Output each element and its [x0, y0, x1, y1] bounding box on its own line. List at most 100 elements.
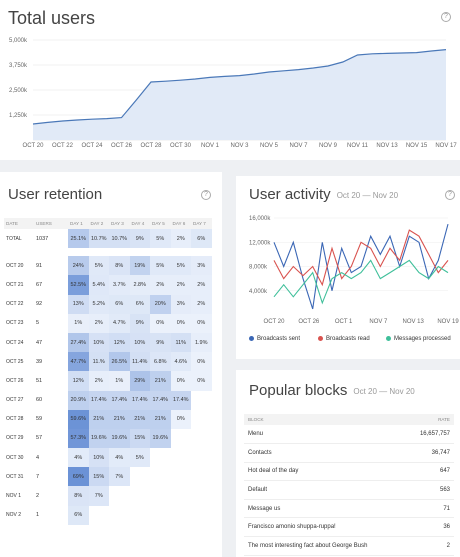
retention-cell: 4.7%: [109, 313, 130, 333]
retention-cell: [150, 486, 171, 505]
date-cell: OCT 31: [6, 473, 24, 480]
block-name-cell: Hot deal of the day: [244, 462, 406, 482]
popular-blocks-title: Popular blocks Oct 20 — Nov 20: [249, 382, 415, 399]
legend-dot: [249, 336, 254, 341]
users-cell: 2: [36, 493, 40, 500]
legend-messages-processed[interactable]: Messages processed: [386, 336, 451, 342]
retention-row: NOV 2 1 6%: [4, 505, 212, 525]
column-header-rate[interactable]: RATE: [405, 414, 454, 425]
retention-cell: 2%: [170, 229, 191, 249]
block-name-cell: Francisco amonio shuppa-ruppa!: [244, 517, 406, 538]
retention-cell: 21%: [129, 409, 150, 429]
retention-cell: [150, 448, 171, 467]
user-retention-card: User retention ? DATE USERS DAY 1 DAY 2 DAY …: [0, 172, 222, 557]
y-tick-label: 4,000k: [249, 289, 268, 295]
retention-cell: 6.8%: [150, 352, 171, 372]
date-cell: TOTAL: [6, 235, 22, 242]
help-icon[interactable]: ?: [441, 12, 451, 22]
users-cell: 5: [36, 320, 40, 327]
y-tick-label: 2,500k: [9, 88, 28, 94]
column-header: USERS: [34, 218, 68, 229]
retention-cell: 17.4%: [109, 390, 130, 410]
retention-row: OCT 24 47 27.4% 10% 12% 10% 9% 11% 1.9%: [4, 332, 212, 353]
legend-dot: [318, 336, 323, 341]
column-header-block[interactable]: BLOCK: [244, 414, 406, 425]
retention-cell: 25.1%: [68, 229, 89, 249]
retention-cell: 5%: [129, 448, 150, 468]
retention-cell: 26.5%: [109, 352, 130, 372]
x-tick-label: NOV 5: [260, 143, 279, 149]
table-row[interactable]: Hot deal of the day 647: [244, 462, 454, 482]
area-fill: [33, 49, 446, 140]
user-activity-card: User activity Oct 20 — Nov 20 ? 4,000k 8,0…: [236, 176, 460, 359]
retention-cell: 10.7%: [88, 229, 109, 249]
user-activity-date-range: Oct 20 — Nov 20: [336, 190, 399, 200]
retention-cell: 0%: [191, 371, 212, 391]
retention-cell: 6%: [68, 505, 89, 525]
retention-cell: [150, 467, 171, 486]
help-icon[interactable]: ?: [445, 190, 455, 200]
retention-row: OCT 31 7 69% 15% 7%: [4, 467, 212, 487]
retention-cell: 9%: [150, 332, 171, 353]
retention-cell: 10.7%: [109, 229, 130, 249]
retention-row: OCT 25 39 47.7% 11.% 26.5% 11.4% 6.8% 4.6% 0%: [4, 352, 212, 372]
legend-broadcasts-sent[interactable]: Broadcasts sent: [249, 336, 300, 342]
x-tick-label: NOV 1: [201, 143, 220, 149]
table-row[interactable]: Francisco amonio shuppa-ruppa! 36: [244, 517, 454, 538]
retention-cell: 0%: [170, 371, 191, 391]
retention-cell: 9%: [129, 229, 150, 249]
retention-cell: 6%: [109, 294, 130, 314]
table-row[interactable]: Default 563: [244, 480, 454, 500]
retention-cell: 24%: [68, 256, 89, 276]
retention-row: OCT 22 92 13% 5.2% 6% 6% 20% 3% 2%: [4, 294, 212, 314]
retention-cell: [130, 506, 151, 525]
date-cell: NOV 2: [6, 512, 22, 519]
total-users-card: Total users ? 1,250k 2,500k 3,750k 5,000k OC…: [0, 0, 460, 160]
x-tick-label: OCT 20: [23, 143, 45, 149]
column-header: DATE: [4, 218, 34, 229]
retention-cell: 21%: [109, 409, 130, 429]
y-tick-label: 5,000k: [9, 38, 28, 44]
rate-cell: 16,657,757: [405, 425, 454, 445]
x-tick-label: OCT 1: [335, 319, 353, 325]
legend-broadcasts-read[interactable]: Broadcasts read: [318, 336, 370, 342]
retention-cell: [191, 506, 212, 525]
rate-cell: 36,747: [405, 443, 454, 463]
retention-cell: 5%: [88, 256, 109, 276]
block-name-cell: Default: [244, 480, 406, 500]
retention-cell: [191, 486, 212, 505]
x-tick-label: NOV 7: [369, 319, 388, 325]
users-cell: 91: [36, 262, 43, 269]
table-row[interactable]: Message us 71: [244, 499, 454, 519]
retention-row: OCT 27 60 20.9% 17.4% 17.4% 17.4% 17.4% 17.4%: [4, 390, 212, 410]
help-icon[interactable]: ?: [201, 190, 211, 200]
retention-cell: 21%: [150, 371, 171, 391]
retention-cell: 0%: [191, 352, 212, 372]
table-row[interactable]: Menu 16,657,757: [244, 425, 454, 445]
user-activity-title: User activity Oct 20 — Nov 20: [249, 186, 398, 203]
x-tick-label: OCT 24: [82, 143, 104, 149]
popular-blocks-title-text: Popular blocks: [249, 382, 348, 399]
popular-blocks-date-range: Oct 20 — Nov 20: [353, 386, 415, 396]
retention-cell: 10%: [88, 332, 109, 353]
x-tick-label: NOV 17: [435, 143, 457, 149]
retention-row: OCT 29 57 57.3% 19.6% 19.6% 15% 19.6%: [4, 428, 212, 449]
retention-cell: 2.8%: [129, 275, 150, 295]
table-row[interactable]: Contacts 36,747: [244, 443, 454, 463]
retention-cell: 1%: [109, 371, 130, 391]
user-activity-chart: 4,000k 8,000k 12,000k 16,000k OCT 20 OCT 26 OC…: [249, 216, 459, 325]
retention-cell: 13%: [68, 294, 89, 314]
x-tick-label: OCT 30: [170, 143, 192, 149]
retention-cell: [191, 391, 212, 410]
retention-cell: 12%: [68, 371, 89, 391]
rate-cell: 647: [405, 462, 454, 482]
retention-cell: 19.6%: [88, 428, 109, 449]
y-tick-label: 1,250k: [9, 113, 28, 119]
table-row[interactable]: The most interesting fact about George B…: [244, 536, 454, 556]
retention-cell: 11%: [170, 332, 191, 353]
retention-cell: 3%: [191, 256, 212, 276]
date-cell: OCT 28: [6, 416, 24, 423]
retention-cell: 5%: [150, 256, 171, 276]
x-tick-label: OCT 22: [52, 143, 74, 149]
retention-cell: 7%: [109, 467, 130, 487]
